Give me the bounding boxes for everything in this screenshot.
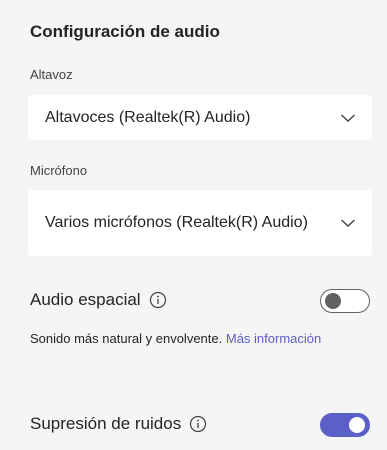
microphone-dropdown[interactable]: Varios micrófonos (Realtek(R) Audio)	[28, 190, 372, 256]
info-icon[interactable]	[149, 291, 167, 309]
speaker-label: Altavoz	[30, 67, 73, 82]
toggle-knob	[349, 417, 365, 433]
speaker-selected-value: Altavoces (Realtek(R) Audio)	[45, 108, 251, 126]
chevron-down-icon	[341, 113, 355, 122]
toggle-knob	[325, 293, 341, 309]
more-info-link[interactable]: Más información	[226, 331, 321, 346]
noise-suppression-toggle[interactable]	[320, 413, 370, 437]
spatial-audio-description-text: Sonido más natural y envolvente.	[30, 331, 223, 346]
noise-suppression-row: Supresión de ruidos	[30, 411, 370, 437]
speaker-dropdown[interactable]: Altavoces (Realtek(R) Audio)	[28, 95, 372, 140]
info-icon[interactable]	[189, 415, 207, 433]
section-title: Configuración de audio	[30, 22, 220, 41]
noise-suppression-label: Supresión de ruidos	[30, 414, 182, 433]
spatial-audio-label: Audio espacial	[30, 290, 141, 309]
audio-settings-panel: Configuración de audio Altavoz Altavoces…	[0, 0, 387, 450]
spatial-audio-row: Audio espacial	[30, 287, 370, 313]
spatial-audio-description: Sonido más natural y envolvente. Más inf…	[30, 329, 350, 349]
spatial-audio-toggle[interactable]	[320, 289, 370, 313]
microphone-label: Micrófono	[30, 163, 88, 178]
chevron-down-icon	[341, 219, 355, 227]
microphone-selected-value: Varios micrófonos (Realtek(R) Audio)	[45, 214, 308, 231]
